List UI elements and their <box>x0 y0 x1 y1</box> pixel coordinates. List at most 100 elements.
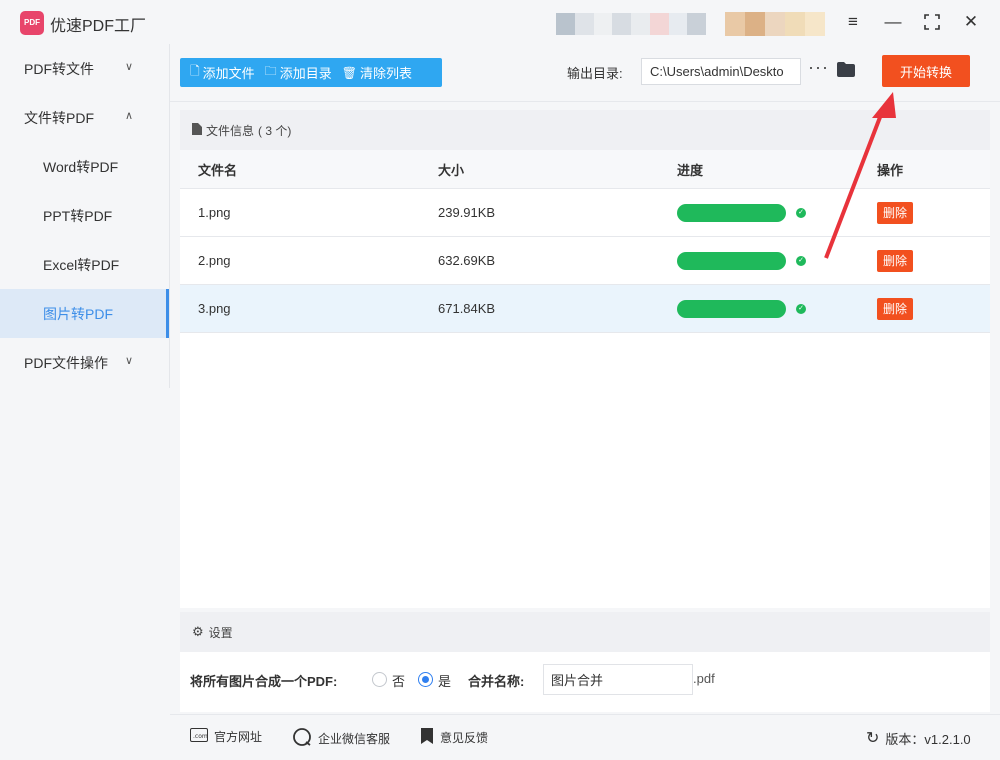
file-size: 239.91KB <box>438 205 496 220</box>
merge-name-input[interactable] <box>543 664 693 695</box>
check-circle-icon: ✓ <box>796 255 806 266</box>
sidebar: PDF转文件 ∨ 文件转PDF ∧ Word转PDF PPT转PDF Excel… <box>0 44 170 388</box>
feedback-icon <box>420 728 434 747</box>
settings-title: 设置 <box>208 625 233 640</box>
file-list-panel: 文件信息 ( 3 个) 文件名 大小 进度 操作 1.png 239.91KB … <box>180 110 990 608</box>
sidebar-item-label: PDF转文件 <box>24 60 94 77</box>
file-info-title: 文件信息 <box>206 123 255 138</box>
website-label: 官方网址 <box>214 730 263 744</box>
sidebar-item-label: 图片转PDF <box>43 305 113 322</box>
feedback-link[interactable]: 意见反馈 <box>420 728 488 747</box>
add-file-button[interactable]: 🗋 添加文件 <box>180 58 255 87</box>
blurred-account-info <box>556 13 706 35</box>
check-circle-icon: ✓ <box>796 207 806 218</box>
website-link[interactable]: .com 官方网址 <box>190 728 262 745</box>
pdf-extension-label: .pdf <box>693 671 715 686</box>
progress-bar <box>677 203 786 222</box>
more-options-button[interactable]: ··· <box>808 57 829 78</box>
table-row[interactable]: 3.png 671.84KB ✓ 删除 <box>180 285 990 333</box>
column-header-progress: 进度 <box>677 162 704 178</box>
wechat-support-label: 企业微信客服 <box>318 732 391 746</box>
title-bar: PDF 优速PDF工厂 ≡ — ✕ <box>0 0 1000 44</box>
output-dir-label: 输出目录: <box>567 66 623 81</box>
maximize-icon[interactable] <box>919 10 945 34</box>
clear-list-button[interactable]: 🗑 清除列表 <box>332 58 412 87</box>
table-row[interactable]: 2.png 632.69KB ✓ 删除 <box>180 237 990 285</box>
sidebar-item-pdf-operations[interactable]: PDF文件操作 ∨ <box>0 338 169 387</box>
document-icon <box>192 122 202 138</box>
sidebar-item-image-to-pdf[interactable]: 图片转PDF <box>0 289 169 338</box>
sidebar-item-label: PPT转PDF <box>43 207 113 224</box>
merge-yes-label: 是 <box>438 674 452 689</box>
minimize-icon[interactable]: — <box>880 10 906 34</box>
delete-button[interactable]: 删除 <box>877 249 914 272</box>
settings-panel: ⚙ 设置 将所有图片合成一个PDF: 否 是 合并名称: .pdf <box>180 612 990 712</box>
merge-no-label: 否 <box>392 674 406 689</box>
close-icon[interactable]: ✕ <box>958 10 984 34</box>
file-icon: 🗋 <box>190 64 200 78</box>
add-file-label: 添加文件 <box>202 66 255 81</box>
refresh-icon[interactable]: ↻ <box>866 728 879 748</box>
sidebar-item-file-to-pdf[interactable]: 文件转PDF ∧ <box>0 93 169 142</box>
wechat-support-link[interactable]: 企业微信客服 <box>292 728 390 749</box>
progress-bar <box>677 299 786 318</box>
sidebar-item-excel-to-pdf[interactable]: Excel转PDF <box>0 240 169 289</box>
add-folder-label: 添加目录 <box>279 66 332 81</box>
chat-bubble-icon <box>292 728 312 749</box>
settings-header: ⚙ 设置 <box>180 612 990 652</box>
column-header-size: 大小 <box>438 162 465 178</box>
footer: .com 官方网址 企业微信客服 意见反馈 ↻ 版本：v1.2.1.0 <box>170 714 1000 760</box>
chevron-down-icon: ∨ <box>125 355 134 367</box>
file-name: 1.png <box>198 205 231 220</box>
file-name: 3.png <box>198 301 231 316</box>
feedback-label: 意见反馈 <box>440 731 489 745</box>
merge-name-label: 合并名称: <box>468 674 525 689</box>
merge-setting-row: 将所有图片合成一个PDF: 否 是 合并名称: .pdf <box>190 664 980 695</box>
progress-bar <box>677 251 786 270</box>
sidebar-item-label: Word转PDF <box>43 158 119 175</box>
merge-pdf-label: 将所有图片合成一个PDF: <box>190 674 338 689</box>
column-header-name: 文件名 <box>198 162 238 178</box>
check-circle-icon: ✓ <box>796 303 806 314</box>
hamburger-menu-icon[interactable]: ≡ <box>840 10 866 34</box>
progress-cell: ✓ <box>677 203 877 222</box>
blurred-avatar <box>725 12 825 36</box>
start-convert-button[interactable]: 开始转换 <box>882 55 970 87</box>
merge-no-radio[interactable] <box>372 672 387 687</box>
file-name: 2.png <box>198 253 231 268</box>
column-header-action: 操作 <box>877 162 904 178</box>
file-size: 671.84KB <box>438 301 496 316</box>
file-info-header: 文件信息 ( 3 个) <box>180 110 990 150</box>
app-title: 优速PDF工厂 <box>50 18 147 35</box>
sidebar-item-ppt-to-pdf[interactable]: PPT转PDF <box>0 191 169 240</box>
add-folder-button[interactable]: 🗀 添加目录 <box>255 58 332 87</box>
file-count: ( 3 个) <box>258 123 292 138</box>
chevron-down-icon: ∨ <box>125 61 134 73</box>
progress-cell: ✓ <box>677 299 877 318</box>
app-logo-icon: PDF <box>20 11 44 35</box>
website-icon: .com <box>190 728 208 745</box>
output-dir-input[interactable] <box>641 58 801 85</box>
trash-icon: 🗑 <box>341 65 357 80</box>
file-action-group: 🗋 添加文件 🗀 添加目录 🗑 清除列表 <box>180 58 442 87</box>
sidebar-item-word-to-pdf[interactable]: Word转PDF <box>0 142 169 191</box>
merge-yes-radio[interactable] <box>418 672 433 687</box>
table-row[interactable]: 1.png 239.91KB ✓ 删除 <box>180 189 990 237</box>
gear-icon: ⚙ <box>192 624 204 639</box>
progress-cell: ✓ <box>677 251 877 270</box>
table-header: 文件名 大小 进度 操作 <box>180 150 990 189</box>
chevron-up-icon: ∧ <box>125 110 134 122</box>
sidebar-item-label: PDF文件操作 <box>24 354 108 371</box>
sidebar-item-label: Excel转PDF <box>43 256 120 273</box>
sidebar-item-pdf-to-file[interactable]: PDF转文件 ∨ <box>0 44 169 93</box>
file-size: 632.69KB <box>438 253 496 268</box>
toolbar: 🗋 添加文件 🗀 添加目录 🗑 清除列表 输出目录: ··· 开始转换 <box>170 44 1000 102</box>
sidebar-item-label: 文件转PDF <box>24 109 94 126</box>
version-label: 版本：v1.2.1.0 <box>885 731 971 747</box>
folder-outline-icon: 🗀 <box>264 64 277 78</box>
svg-text:.com: .com <box>193 733 208 740</box>
delete-button[interactable]: 删除 <box>877 201 914 224</box>
open-folder-icon[interactable] <box>836 61 856 81</box>
delete-button[interactable]: 删除 <box>877 297 914 320</box>
clear-list-label: 清除列表 <box>359 66 412 81</box>
